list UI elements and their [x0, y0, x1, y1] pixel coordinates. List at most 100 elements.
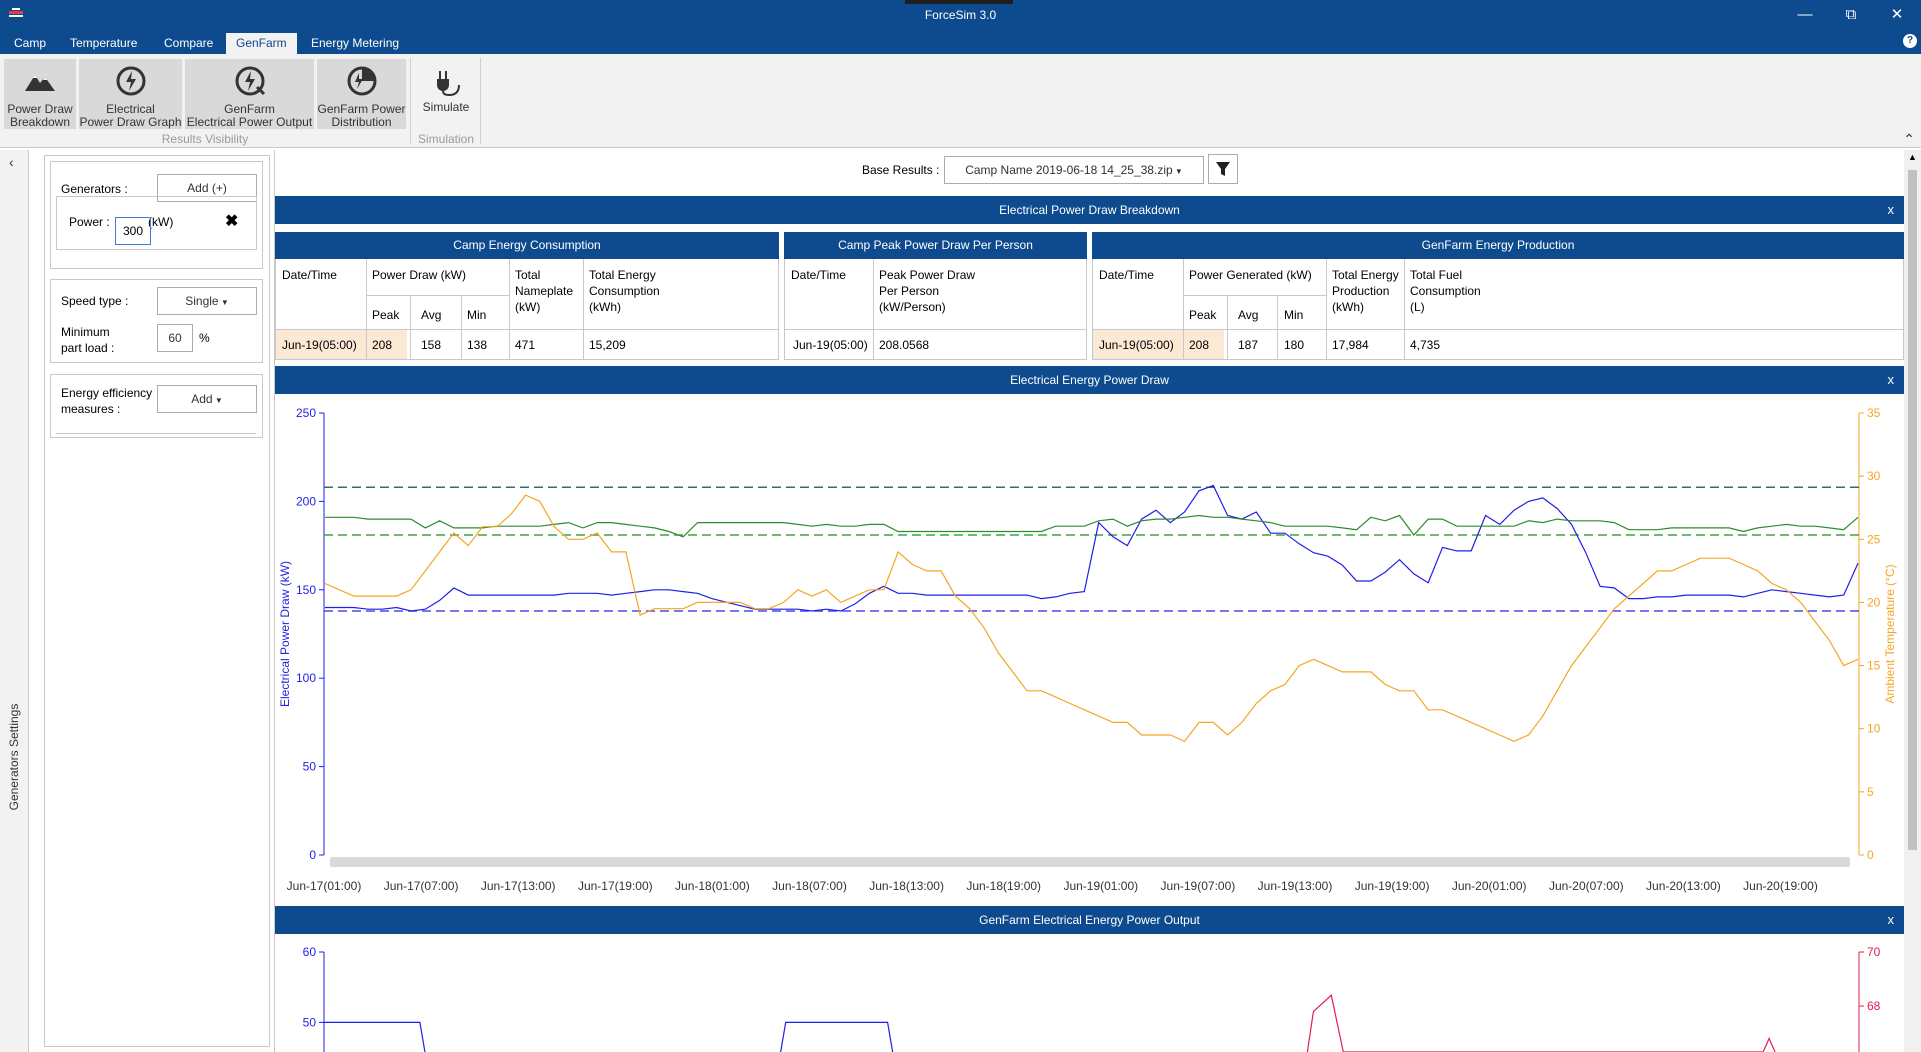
y-tick-label: 50	[303, 760, 317, 774]
avg-header: Avg	[1238, 308, 1259, 322]
close-breakdown-icon[interactable]: x	[1888, 196, 1895, 224]
plug-icon	[437, 71, 460, 97]
ribbon-separator	[410, 58, 411, 144]
dropdown-caret-icon: ▼	[1172, 167, 1183, 176]
restore-icon[interactable]: ⧉	[1831, 4, 1871, 26]
y-axis-title: Electrical Power Draw (kW)	[278, 561, 292, 707]
ribbon-label: Breakdown	[9, 115, 71, 129]
generators-settings-strip[interactable]: ‹ Generators Settings	[0, 150, 29, 1052]
min-cell: 138	[467, 338, 488, 352]
grid-line	[873, 259, 874, 359]
y2-tick-label: 30	[1867, 469, 1881, 483]
base-results-dropdown[interactable]: Camp Name 2019-06-18 14_25_38.zip ▼	[944, 156, 1204, 184]
x-tick-label: Jun-19(19:00)	[1355, 879, 1430, 893]
fuel-header: Total Fuel	[1410, 268, 1463, 282]
temperature-series-line	[324, 494, 1859, 743]
scroll-up-icon[interactable]: ▲	[1908, 152, 1917, 162]
ribbon-label: Distribution	[331, 115, 392, 129]
power-pie-icon	[347, 66, 376, 96]
min-cell: 180	[1284, 338, 1305, 352]
x-tick-label: Jun-19(13:00)	[1258, 879, 1333, 893]
peak-cell: 208	[1189, 338, 1210, 352]
datetime-header: Date/Time	[282, 268, 337, 282]
power-input[interactable]: 300	[115, 217, 151, 245]
scrollbar-thumb[interactable]	[1908, 170, 1917, 850]
chart-horizontal-scrollbar[interactable]	[330, 857, 1850, 867]
genfarm-energy-table: Date/Time Power Generated (kW) Total Ene…	[1092, 259, 1904, 360]
speed-type-dropdown[interactable]: Single ▼	[157, 287, 257, 315]
grid-line	[461, 295, 462, 359]
tab-temperature[interactable]: Temperature	[60, 33, 147, 54]
peak-per-person-header: (kW/Person)	[879, 300, 946, 314]
nameplate-header: Nameplate	[515, 284, 574, 298]
production-header: Total Energy	[1332, 268, 1399, 282]
ribbon-label: Electrical Power Output	[186, 115, 313, 129]
y2-tick-label: 25	[1867, 532, 1881, 546]
x-tick-label: Jun-20(19:00)	[1743, 879, 1818, 893]
power-draw-chart-title: Electrical Energy Power Draw	[1010, 373, 1169, 387]
ribbon: Power Draw Breakdown Electrical Power Dr…	[0, 54, 1921, 148]
camp-energy-header: Camp Energy Consumption	[275, 232, 779, 259]
power-unit: (kW)	[148, 215, 174, 229]
y-tick-label: 60	[303, 945, 317, 959]
production-header: (kWh)	[1332, 300, 1364, 314]
peak-header: Peak	[372, 308, 400, 322]
eem-add-dropdown[interactable]: Add ▼	[157, 385, 257, 413]
grid-line	[366, 295, 509, 296]
eem-label-2: measures :	[61, 402, 121, 416]
fuel-header: (L)	[1410, 300, 1425, 314]
fuel-header: Consumption	[1410, 284, 1481, 298]
close-power-draw-chart-icon[interactable]: x	[1888, 366, 1895, 394]
camp-energy-table: Date/Time Power Draw (kW) Total Nameplat…	[275, 259, 779, 360]
datetime-cell: Jun-19(05:00)	[793, 338, 868, 352]
power-draw-breakdown-button[interactable]: Power Draw Breakdown	[4, 59, 76, 129]
power-gauge-icon	[116, 66, 145, 96]
y-tick-label: 0	[309, 848, 316, 862]
genfarm-power-output-button[interactable]: GenFarm Electrical Power Output	[185, 59, 314, 129]
genfarm-secondary-series-line	[1306, 994, 1776, 1052]
collapse-ribbon-icon[interactable]: ⌃	[1903, 131, 1915, 148]
ribbon-separator	[480, 58, 481, 144]
x-tick-label: Jun-20(13:00)	[1646, 879, 1721, 893]
remove-generator-icon[interactable]: ✖	[225, 211, 238, 231]
dropdown-caret-icon: ▼	[212, 396, 223, 405]
base-results-value: Camp Name 2019-06-18 14_25_38.zip	[965, 163, 1173, 177]
eem-label: Energy efficiency	[61, 386, 153, 400]
collapse-left-icon[interactable]: ‹	[9, 154, 14, 170]
genfarm-output-chart[interactable]: 50 60 68 70	[275, 934, 1904, 1052]
grid-line	[1326, 259, 1327, 359]
grid-line	[1404, 259, 1405, 359]
avg-cell: 158	[421, 338, 442, 352]
y2-tick-label: 0	[1867, 848, 1874, 862]
energy-header: (kWh)	[589, 300, 621, 314]
power-draw-graph-button[interactable]: Electrical Power Draw Graph	[79, 59, 182, 129]
datetime-header: Date/Time	[1099, 268, 1154, 282]
tab-genfarm[interactable]: GenFarm	[226, 33, 297, 54]
power-draw-series-line	[325, 484, 1859, 612]
genfarm-output-chart-title: GenFarm Electrical Energy Power Output	[979, 913, 1200, 927]
genfarm-power-distribution-button[interactable]: GenFarm Power Distribution	[317, 59, 406, 129]
tab-compare[interactable]: Compare	[154, 33, 223, 54]
min-part-load-input[interactable]: 60	[157, 324, 193, 352]
minimize-icon[interactable]: —	[1785, 4, 1825, 26]
y2-tick-label: 5	[1867, 785, 1874, 799]
ribbon-label: Power Draw Graph	[79, 115, 182, 129]
y-tick-label: 250	[296, 406, 316, 420]
production-cell: 17,984	[1332, 338, 1369, 352]
breakdown-header: Electrical Power Draw Breakdown x	[275, 196, 1904, 224]
tab-energy-metering[interactable]: Energy Metering	[301, 33, 409, 54]
y-tick-label: 100	[296, 671, 316, 685]
tab-camp[interactable]: Camp	[4, 33, 56, 54]
y2-tick-label: 20	[1867, 595, 1881, 609]
simulate-button[interactable]: Simulate	[414, 59, 478, 129]
close-genfarm-output-chart-icon[interactable]: x	[1888, 906, 1895, 934]
filter-button[interactable]	[1208, 154, 1238, 184]
close-window-icon[interactable]: ✕	[1877, 4, 1917, 26]
power-draw-chart[interactable]: 0 50 100 150 200 250 0 5 10 15 20 25 30 35 Electrical …	[275, 394, 1904, 906]
vertical-scrollbar[interactable]: ▲	[1904, 150, 1921, 1052]
power-draw-series-line	[325, 514, 1859, 538]
x-tick-label: Jun-17(19:00)	[578, 879, 653, 893]
avg-cell: 187	[1238, 338, 1259, 352]
help-icon[interactable]: ?	[1903, 34, 1917, 48]
main-tab-bar: Camp Temperature Compare GenFarm Energy …	[0, 30, 1921, 54]
